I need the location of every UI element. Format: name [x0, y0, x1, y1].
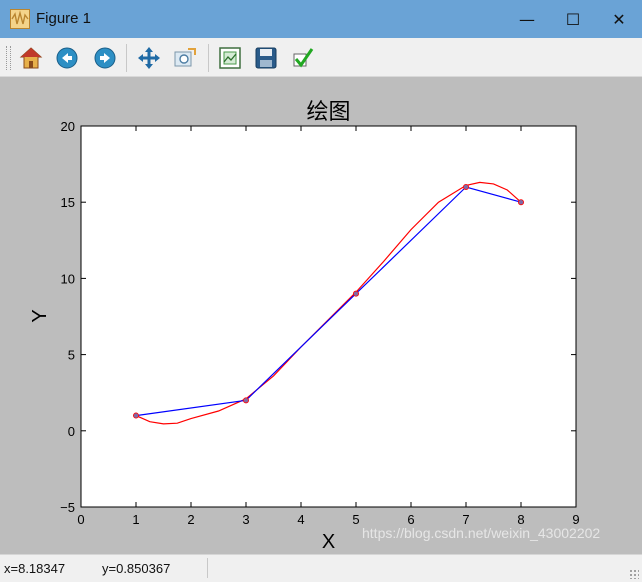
x-axis-label: X	[322, 531, 335, 553]
status-separator	[207, 558, 208, 578]
watermark-text: https://blog.csdn.net/weixin_43002202	[362, 525, 601, 541]
cursor-x-readout: x=8.18347	[4, 561, 66, 576]
y-axis-label: Y	[29, 309, 51, 322]
navigation-toolbar	[0, 38, 642, 77]
edit-parameters-button[interactable]	[290, 45, 316, 71]
check-icon	[293, 48, 314, 68]
data-point-marker	[518, 199, 525, 206]
maximize-button[interactable]: ☐	[550, 0, 596, 38]
arrow-right-icon	[94, 47, 116, 69]
home-button[interactable]	[18, 45, 44, 71]
home-icon	[19, 47, 43, 69]
data-point-marker	[242, 397, 249, 404]
axes-background	[80, 125, 577, 508]
zoom-rect-icon	[174, 48, 196, 67]
plot-canvas[interactable]: 绘图 X Y 0 1 2 3 4 5 6 7 8 9−505101520	[0, 76, 642, 554]
save-button[interactable]	[253, 45, 279, 71]
forward-button[interactable]	[92, 45, 118, 71]
x-tick-label: 1	[132, 512, 139, 527]
window-title: Figure 1	[36, 10, 92, 27]
chart-title: 绘图	[306, 99, 350, 124]
minimize-button[interactable]: —	[504, 0, 550, 38]
subplots-icon	[219, 47, 241, 69]
subplots-button[interactable]	[217, 45, 243, 71]
y-tick-label: 15	[61, 195, 75, 210]
close-icon: ✕	[612, 9, 626, 29]
data-point-marker	[132, 412, 139, 419]
data-point-marker	[352, 290, 359, 297]
close-button[interactable]: ✕	[596, 0, 642, 38]
cursor-y-readout: y=0.850367	[102, 561, 171, 576]
maximize-icon: ☐	[565, 9, 581, 29]
minimize-icon: —	[519, 9, 535, 29]
toolbar-separator	[208, 44, 209, 72]
zoom-button[interactable]	[172, 45, 198, 71]
arrow-left-icon	[56, 47, 78, 69]
y-tick-label: 0	[68, 424, 75, 439]
y-tick-label: 20	[61, 119, 75, 134]
status-bar: x=8.18347 y=0.850367	[0, 554, 642, 582]
y-tick-label: 10	[61, 271, 75, 286]
save-icon	[255, 47, 277, 69]
x-tick-label: 2	[187, 512, 194, 527]
move-icon	[138, 47, 160, 69]
data-point-marker	[462, 183, 469, 190]
x-tick-label: 4	[297, 512, 304, 527]
title-bar: Figure 1 — ☐ ✕	[0, 0, 642, 38]
pan-button[interactable]	[136, 45, 162, 71]
y-tick-label: −5	[60, 500, 75, 515]
toolbar-grip	[6, 46, 11, 70]
resize-grip[interactable]	[629, 569, 639, 579]
matplotlib-app-icon	[10, 9, 30, 29]
x-tick-label: 5	[352, 512, 359, 527]
x-tick-label: 3	[242, 512, 249, 527]
toolbar-separator	[126, 44, 127, 72]
y-tick-label: 5	[68, 348, 75, 363]
back-button[interactable]	[54, 45, 80, 71]
x-tick-label: 0	[77, 512, 84, 527]
